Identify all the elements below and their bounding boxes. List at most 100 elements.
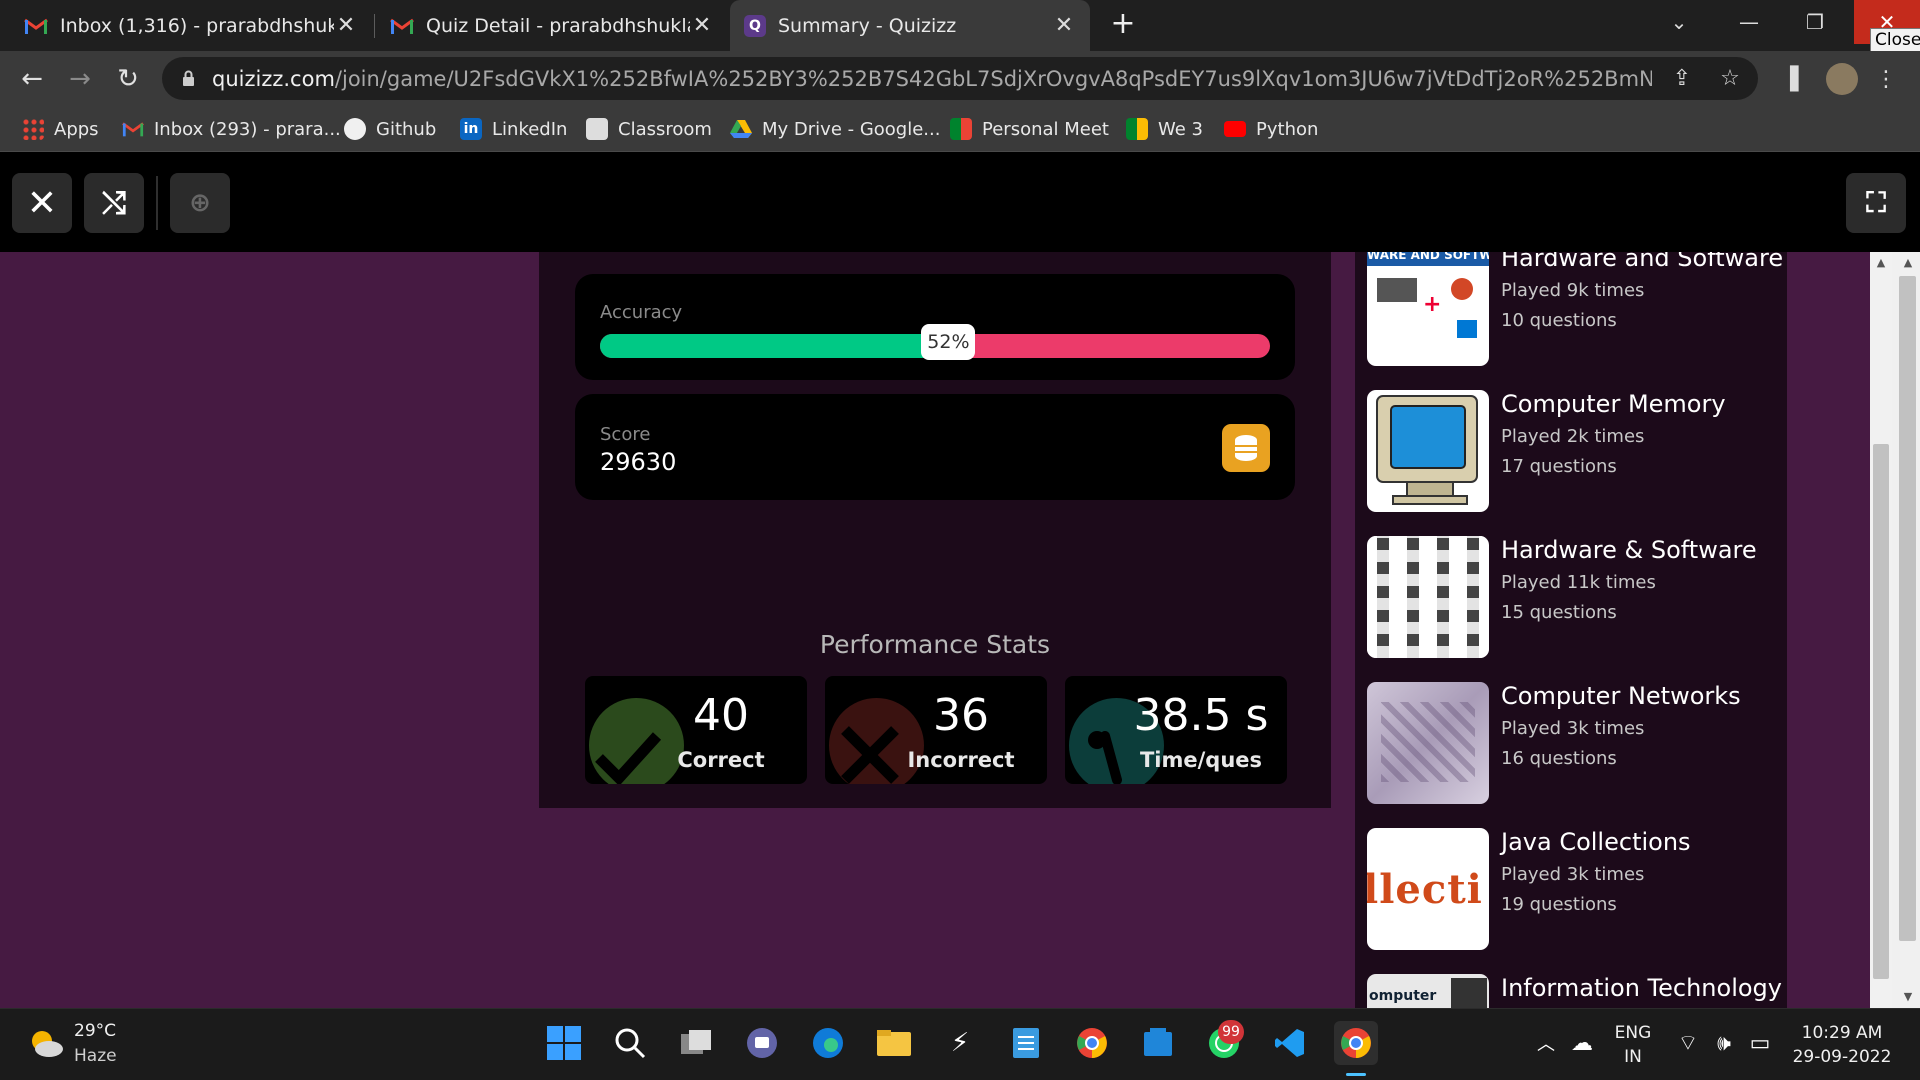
weather-condition[interactable]: Haze [74,1046,117,1066]
related-quiz-item[interactable]: Computer Memory Played 2k times 17 quest… [1367,390,1777,512]
restore-button[interactable]: ❐ [1782,0,1848,44]
tab-summary-quizizz[interactable]: Q Summary - Quizizz ✕ [730,0,1090,51]
search-icon[interactable] [608,1021,652,1065]
quiz-played: Played 9k times [1501,280,1645,301]
forward-button[interactable]: → [62,61,98,97]
related-quiz-item[interactable]: llecti Java Collections Played 3k times … [1367,828,1777,950]
bookmark-label: We 3 [1158,118,1203,140]
quiz-thumbnail [1367,536,1489,658]
related-quiz-item[interactable]: Hardware & Software Played 11k times 15 … [1367,536,1777,658]
chrome-icon[interactable] [1070,1021,1114,1065]
inner-scroll-track[interactable]: ▲ [1870,252,1892,1008]
tab-title: Quiz Detail - prarabdhshukla2009 [426,14,690,37]
close-quiz-button[interactable]: ✕ [12,173,72,233]
battery-icon[interactable]: ▭ [1738,1021,1782,1065]
thumbnail-text: WARE AND SOFTW [1367,252,1489,266]
related-quiz-item[interactable]: omputer Information Technology [1367,974,1782,1008]
screen: Inbox (1,316) - prarabdhshukla20 ✕ Quiz … [0,0,1920,1080]
share-icon[interactable]: ⇪ [1668,65,1696,93]
summary-page: Accuracy 52% Score 29630 Performance Sta… [0,252,1920,1008]
reload-button[interactable]: ↻ [110,61,146,97]
quiz-title: Hardware & Software [1501,536,1757,564]
weather-temp[interactable]: 29°C [74,1021,116,1041]
weather-icon[interactable] [24,1021,68,1065]
related-quiz-item[interactable]: WARE AND SOFTW + Hardware and Software P… [1367,252,1783,366]
scroll-up-arrow-icon[interactable]: ▲ [1870,256,1892,269]
zoom-button[interactable]: ⊕ [170,173,230,233]
vscode-icon[interactable] [1268,1021,1312,1065]
browser-tab-strip: Inbox (1,316) - prarabdhshukla20 ✕ Quiz … [0,0,1920,52]
close-tab-icon[interactable]: ✕ [1052,13,1076,38]
url-text[interactable]: quizizz.com/join/game/U2FsdGVkX1%252BfwI… [212,67,1652,91]
bookmark-we-3[interactable]: We 3 [1126,114,1203,144]
tab-inbox[interactable]: Inbox (1,316) - prarabdhshukla20 ✕ [10,0,372,51]
bolt-app-icon[interactable]: ⚡ [938,1021,982,1065]
fullscreen-button[interactable]: ⛶ [1846,173,1906,233]
menu-kebab-icon[interactable]: ⋮ [1872,66,1900,94]
quiz-questions: 19 questions [1501,894,1617,915]
file-explorer-icon[interactable] [872,1021,916,1065]
close-tab-icon[interactable]: ✕ [334,13,358,38]
quiz-title: Hardware and Software [1501,252,1784,272]
meet-icon [1126,118,1148,140]
bookmark-personal-meet[interactable]: Personal Meet [950,114,1109,144]
scroll-up-arrow-icon[interactable]: ▲ [1897,256,1919,269]
language-indicator-bottom[interactable]: IN [1608,1047,1658,1067]
scroll-down-arrow-icon[interactable]: ▼ [1897,990,1919,1003]
chrome-active-icon[interactable] [1334,1021,1378,1065]
bookmark-linkedin[interactable]: in LinkedIn [460,114,567,144]
bookmark-label: Inbox (293) - prara... [154,118,341,140]
store-app-icon[interactable] [1136,1021,1180,1065]
bookmark-label: Apps [54,118,99,140]
stat-time: 38.5 s Time/ques [1065,676,1287,784]
inner-scroll-thumb[interactable] [1873,444,1889,979]
summary-panel: Accuracy 52% Score 29630 Performance Sta… [539,252,1331,808]
thumbnail-software-image [1451,278,1473,300]
minimize-button[interactable]: — [1716,0,1782,44]
onedrive-icon[interactable]: ☁ [1560,1021,1604,1065]
related-quiz-item[interactable]: Computer Networks Played 3k times 16 que… [1367,682,1777,804]
lock-icon [183,70,194,86]
language-indicator-top[interactable]: ENG [1608,1023,1658,1043]
tab-search-icon[interactable]: ⌄ [1646,0,1712,44]
thumbnail-text: llecti [1367,866,1483,913]
bookmark-label: Python [1256,118,1319,140]
shuffle-icon: ⤭ [102,185,126,221]
bookmark-label: LinkedIn [492,118,568,140]
edge-browser-icon[interactable] [806,1021,850,1065]
profile-avatar[interactable] [1826,63,1858,95]
bookmarks-bar: Apps Inbox (293) - prara... Github in Li… [0,106,1920,152]
bookmark-drive[interactable]: My Drive - Google... [730,114,940,144]
close-tab-icon[interactable]: ✕ [690,13,714,38]
windows-start-icon[interactable] [542,1021,586,1065]
clock-time[interactable]: 10:29 AM [1786,1023,1898,1043]
bookmark-inbox[interactable]: Inbox (293) - prara... [122,114,341,144]
stat-correct: 40 Correct [585,676,807,784]
address-bar[interactable]: quizizz.com/join/game/U2FsdGVkX1%252BfwI… [162,57,1758,100]
linkedin-icon: in [460,118,482,140]
back-button[interactable]: ← [14,61,50,97]
gmail-icon [122,118,144,140]
tab-quiz-detail[interactable]: Quiz Detail - prarabdhshukla2009 ✕ [376,0,728,51]
page-scrollbar[interactable]: ▲ ▲ ▼ [1870,252,1920,1008]
bookmark-label: Github [376,118,437,140]
clock-date[interactable]: 29-09-2022 [1786,1047,1898,1067]
related-quizzes-list: WARE AND SOFTW + Hardware and Software P… [1355,252,1787,1008]
bookmark-github[interactable]: Github [344,114,436,144]
quiz-questions: 10 questions [1501,310,1617,331]
teams-chat-icon[interactable] [740,1021,784,1065]
incorrect-count: 36 [933,690,989,741]
shuffle-mode-button[interactable]: ⤭ [84,173,144,233]
new-tab-button[interactable]: + [1106,8,1140,42]
windows-taskbar: 29°C Haze ⚡ 99 ︿ ☁ ENG IN ⌔ 🕪 ▭ 10:29 AM… [0,1008,1920,1080]
side-panel-icon[interactable]: ▐ [1776,66,1804,94]
bookmark-python[interactable]: Python [1224,114,1318,144]
drive-icon [730,118,752,140]
bookmark-star-icon[interactable]: ☆ [1716,65,1744,93]
task-view-icon[interactable] [674,1021,718,1065]
quiz-title: Computer Networks [1501,682,1741,710]
notepad-icon[interactable] [1004,1021,1048,1065]
bookmark-apps[interactable]: Apps [22,114,99,144]
outer-scroll-thumb[interactable] [1899,276,1916,941]
bookmark-classroom[interactable]: Classroom [586,114,712,144]
